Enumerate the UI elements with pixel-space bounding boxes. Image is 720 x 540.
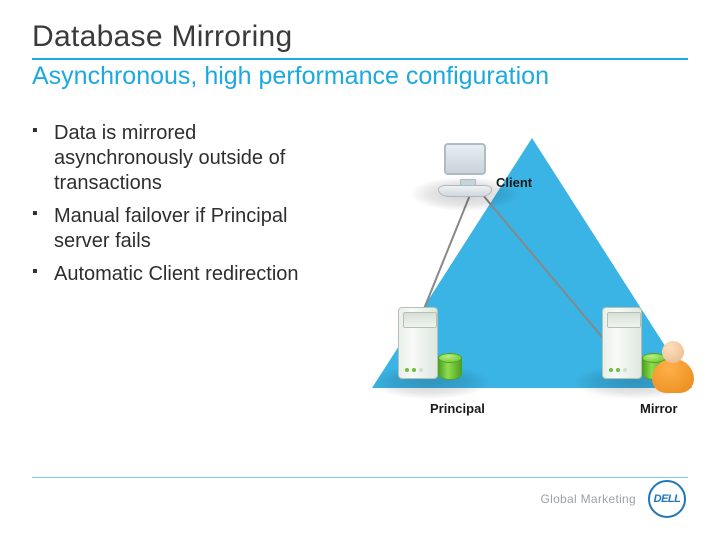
monitor-icon (444, 143, 486, 175)
user-icon (652, 341, 698, 395)
footer-divider (32, 477, 688, 478)
footer-text: Global Marketing (540, 492, 636, 506)
bullet-item: Manual failover if Principal server fail… (32, 204, 322, 254)
slide-subtitle: Asynchronous, high performance configura… (32, 62, 688, 91)
keyboard-icon (438, 185, 492, 197)
client-label: Client (496, 175, 532, 190)
principal-server-icon (398, 307, 438, 379)
content-row: Data is mirrored asynchronously outside … (32, 113, 688, 433)
architecture-diagram: Client Principal Mirror (322, 113, 688, 433)
dell-logo-text: DELL (654, 493, 681, 505)
mirror-server-icon (602, 307, 642, 379)
mirror-label: Mirror (640, 401, 678, 416)
slide: Database Mirroring Asynchronous, high pe… (0, 0, 720, 540)
dell-logo-icon: DELL (648, 480, 686, 518)
footer: Global Marketing DELL (540, 480, 686, 518)
bullet-item: Automatic Client redirection (32, 262, 322, 287)
principal-label: Principal (430, 401, 485, 416)
slide-title: Database Mirroring (32, 20, 688, 54)
bullet-item: Data is mirrored asynchronously outside … (32, 121, 322, 196)
title-divider (32, 58, 688, 60)
client-computer-icon (444, 143, 486, 175)
bullet-list: Data is mirrored asynchronously outside … (32, 113, 322, 433)
principal-database-icon (438, 353, 462, 381)
